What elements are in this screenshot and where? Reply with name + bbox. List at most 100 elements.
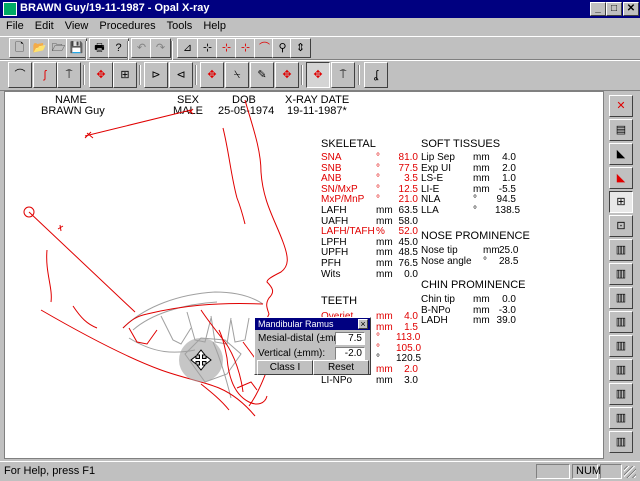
triangle-red-icon[interactable]: ◣ bbox=[609, 167, 633, 189]
side-tool-panel: ✕ ▤ ◣ ◣ ⊞ ⊡ ▥ ▥ ▥ ▥ ▥ ▥ ▥ ▥ ▥ bbox=[606, 91, 638, 459]
bars-chart-4-icon[interactable]: ▥ bbox=[609, 311, 633, 333]
bars-chart-6-icon[interactable]: ▥ bbox=[609, 359, 633, 381]
bars-chart-2-icon[interactable]: ▥ bbox=[609, 263, 633, 285]
measurement-unit: mm bbox=[376, 363, 393, 375]
soft-tissues-table: Lip Sep mm 4.0 Exp UI mm 2.0 LS-E mm 1.0 LI-E mm -5… bbox=[421, 152, 520, 217]
measure-icon[interactable]: ⇕ bbox=[290, 38, 311, 58]
measurement-label: PFH bbox=[321, 257, 341, 269]
measurement-row: Nose tip mm 25.0 bbox=[421, 245, 519, 257]
resize-grip[interactable] bbox=[624, 466, 636, 478]
teeth-chart-icon[interactable]: ⊡ bbox=[609, 215, 633, 237]
molar-move-icon[interactable]: ✥ bbox=[275, 62, 299, 88]
measurement-value: 4.0 bbox=[502, 152, 516, 163]
measurement-row: Nose angle ° 28.5 bbox=[421, 255, 518, 268]
trace-icon[interactable]: ⊿ bbox=[177, 38, 198, 58]
skeletal-table: SNA ° 81.0 SNB ° 77.5 ANB ° 3.5 SN/MxP ° 12.5 MxP/Mn… bbox=[321, 152, 418, 281]
reset-button[interactable]: Reset bbox=[313, 360, 369, 375]
chin-icon[interactable]: ʆ bbox=[364, 62, 388, 88]
measurement-value: 25.0 bbox=[499, 245, 519, 256]
maxilla-icon[interactable]: ⌒ bbox=[8, 62, 32, 88]
bars-chart-9-icon[interactable]: ▥ bbox=[609, 431, 633, 453]
bars-chart-7-icon[interactable]: ▥ bbox=[609, 383, 633, 405]
triangle-measure-icon[interactable]: ◣ bbox=[609, 143, 633, 165]
teeth-grid-icon[interactable]: ⊞ bbox=[113, 62, 137, 88]
menu-edit[interactable]: Edit bbox=[29, 18, 59, 36]
measurement-label: SNA bbox=[321, 152, 342, 163]
toolbar-separator bbox=[195, 65, 197, 85]
mesial-distal-input[interactable] bbox=[335, 332, 365, 345]
incisor-move-icon[interactable]: ✥ bbox=[200, 62, 224, 88]
mandible-teeth-icon[interactable]: ⍑ bbox=[331, 62, 355, 88]
menu-help[interactable]: Help bbox=[197, 18, 231, 36]
point-move-icon[interactable]: ⊹ bbox=[235, 38, 256, 58]
menu-file[interactable]: File bbox=[0, 18, 29, 36]
rotate-triangle-icon[interactable]: ⊲ bbox=[169, 62, 193, 88]
grid-overlay-icon[interactable]: ⊞ bbox=[609, 191, 633, 213]
measurement-value: 81.0 bbox=[398, 152, 418, 163]
skeletal-title: SKELETAL bbox=[321, 138, 376, 150]
teeth-icon[interactable]: ⍑ bbox=[57, 62, 81, 88]
undo-icon[interactable]: ↶ bbox=[131, 38, 152, 58]
title-bar[interactable]: BRAWN Guy/19-11-1987 - Opal X-ray _ □ ✕ bbox=[0, 0, 640, 18]
bars-chart-3-icon[interactable]: ▥ bbox=[609, 287, 633, 309]
chin-prominence-title: CHIN PROMINENCE bbox=[421, 279, 526, 291]
bars-chart-5-icon[interactable]: ▥ bbox=[609, 335, 633, 357]
open-icon[interactable]: 📂 bbox=[29, 38, 50, 58]
menu-view[interactable]: View bbox=[59, 18, 94, 36]
measurement-unit: mm bbox=[473, 152, 490, 163]
dialog-close-button[interactable]: × bbox=[358, 319, 368, 329]
measurement-label: LADH bbox=[421, 315, 448, 327]
chin-prominence-table: Chin tip mm 0.0 B-NPo mm -3.0 LADH mm 39.0 bbox=[421, 294, 516, 327]
help-pointer-icon[interactable]: ? bbox=[108, 38, 129, 58]
measurement-value: 39.0 bbox=[496, 315, 516, 327]
close-button[interactable]: ✕ bbox=[623, 2, 639, 16]
measurement-unit: ° bbox=[483, 255, 487, 267]
save-icon[interactable]: 💾 bbox=[66, 38, 87, 58]
mandible-triangle-icon[interactable]: ⊳ bbox=[144, 62, 168, 88]
menu-procedures[interactable]: Procedures bbox=[93, 18, 160, 36]
profile-icon[interactable]: ʃ bbox=[33, 62, 57, 88]
ruler-cross-icon[interactable]: ✕ bbox=[609, 95, 633, 117]
measurement-unit: mm bbox=[376, 257, 393, 269]
menu-tools[interactable]: Tools bbox=[161, 18, 198, 36]
vertical-input[interactable] bbox=[335, 347, 365, 360]
measurement-label: Lip Sep bbox=[421, 152, 455, 163]
measurement-value: 3.0 bbox=[404, 374, 418, 386]
incisor-tilt-icon[interactable]: ⍀ bbox=[225, 62, 249, 88]
measurement-value: 0.0 bbox=[404, 268, 418, 280]
measurement-value: 63.5 bbox=[398, 204, 418, 216]
measurement-row: PFH mm 76.5 bbox=[321, 257, 418, 270]
standard-toolbar: 🗋 📂 🗁 💾 🖶 ? ↶ ↷ ⊿ ⊹ ⊹ ⊹ ⌒ ⚲ ⇕ bbox=[0, 36, 640, 61]
minimize-button[interactable]: _ bbox=[590, 2, 606, 16]
dialog-title[interactable]: Mandibular Ramus bbox=[255, 318, 370, 330]
nose-prominence-title: NOSE PROMINENCE bbox=[421, 230, 530, 242]
point-icon[interactable]: ⊹ bbox=[197, 38, 218, 58]
cephalometric-canvas[interactable]: NAME BRAWN Guy SEX MALE DOB 25-05-1974 X… bbox=[4, 91, 604, 459]
app-icon[interactable] bbox=[3, 2, 17, 16]
measurement-label: LLA bbox=[421, 204, 439, 216]
measurement-row: LLA ° 138.5 bbox=[421, 204, 520, 217]
bars-chart-icon[interactable]: ▥ bbox=[609, 239, 633, 261]
incisor-draw-icon[interactable]: ✎ bbox=[250, 62, 274, 88]
mandibular-ramus-dialog: Mandibular Ramus × Mesial-distal (±mm): … bbox=[254, 317, 371, 375]
procedures-toolbar: ⌒ ʃ ⍑ ✥ ⊞ ⊳ ⊲ ✥ ⍀ ✎ ✥ ✥ ⍑ ʆ bbox=[0, 60, 640, 91]
menu-bar: File Edit View Procedures Tools Help bbox=[0, 18, 640, 36]
redo-icon[interactable]: ↷ bbox=[150, 38, 171, 58]
print-icon[interactable]: 🖶 bbox=[89, 38, 110, 58]
maximize-button[interactable]: □ bbox=[606, 2, 622, 16]
mandible-move-icon[interactable]: ✥ bbox=[306, 62, 330, 88]
measurement-label: LAFH bbox=[321, 204, 347, 216]
point-red-icon[interactable]: ⊹ bbox=[216, 38, 237, 58]
measurement-unit: mm bbox=[483, 245, 500, 256]
new-icon[interactable]: 🗋 bbox=[9, 38, 30, 58]
measurement-row: Wits mm 0.0 bbox=[321, 268, 418, 281]
document-icon[interactable]: ▤ bbox=[609, 119, 633, 141]
bars-chart-8-icon[interactable]: ▥ bbox=[609, 407, 633, 429]
status-bar: For Help, press F1 NUM bbox=[0, 461, 640, 481]
nose-prominence-table: Nose tip mm 25.0 Nose angle ° 28.5 bbox=[421, 245, 519, 268]
measurement-unit: mm bbox=[473, 294, 490, 305]
class-i-button[interactable]: Class I bbox=[257, 360, 313, 375]
upper-teeth-move-icon[interactable]: ✥ bbox=[89, 62, 113, 88]
toolbar-separator bbox=[171, 41, 173, 61]
measurement-label: Wits bbox=[321, 268, 341, 280]
